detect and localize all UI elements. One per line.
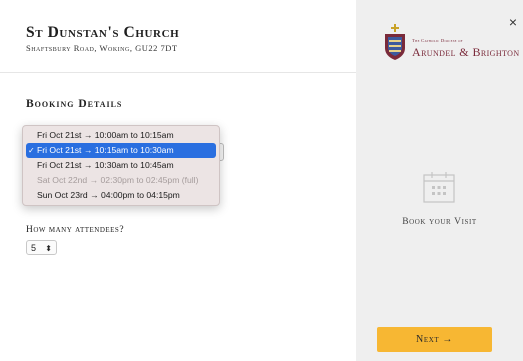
slot-option-disabled: Sat Oct 22nd → 02:30pm to 02:45pm (full)	[23, 173, 219, 188]
diocese-crest-icon	[385, 24, 405, 60]
book-visit-label: Book your Visit	[402, 217, 477, 227]
attendees-select[interactable]: 5 ⬍	[26, 240, 57, 255]
slot-option[interactable]: Sun Oct 23rd → 04:00pm to 04:15pm	[23, 188, 219, 203]
sidebar-panel: × The Catholic Diocese of Arundel & Brig…	[356, 0, 523, 361]
close-icon[interactable]: ×	[509, 14, 517, 30]
slot-option-label: Sat Oct 22nd → 02:30pm to 02:45pm (full)	[37, 175, 199, 185]
updown-arrows-icon: ⬍	[45, 244, 52, 253]
attendees-value: 5	[31, 243, 37, 253]
booking-form-panel: St Dunstan's Church Shaftsbury Road, Wok…	[0, 0, 356, 361]
time-slot-dropdown[interactable]: Fri Oct 21st → 10:00am to 10:15am ✓ Fri O…	[22, 125, 220, 206]
next-button[interactable]: Next →	[377, 327, 492, 352]
slot-option-label: Fri Oct 21st → 10:00am to 10:15am	[37, 130, 174, 140]
slot-option[interactable]: Fri Oct 21st → 10:30am to 10:45am	[23, 158, 219, 173]
slot-option-selected[interactable]: ✓ Fri Oct 21st → 10:15am to 10:30am	[26, 143, 216, 158]
header-divider	[0, 72, 356, 73]
slot-option-label: Fri Oct 21st → 10:15am to 10:30am	[37, 145, 174, 155]
diocese-name: Arundel & Brighton	[412, 45, 520, 59]
church-address: Shaftsbury Road, Woking, GU22 7DT	[26, 43, 178, 53]
check-icon: ✓	[28, 146, 35, 155]
church-name: St Dunstan's Church	[26, 24, 180, 41]
church-header: St Dunstan's Church Shaftsbury Road, Wok…	[26, 24, 179, 53]
calendar-icon	[423, 172, 455, 203]
slot-option[interactable]: Fri Oct 21st → 10:00am to 10:15am	[23, 128, 219, 143]
booking-details-title: Booking Details	[26, 98, 123, 110]
diocese-subtitle: The Catholic Diocese of	[412, 38, 463, 43]
attendees-label: How many attendees?	[26, 225, 125, 235]
slot-option-label: Sun Oct 23rd → 04:00pm to 04:15pm	[37, 190, 180, 200]
slot-option-label: Fri Oct 21st → 10:30am to 10:45am	[37, 160, 174, 170]
